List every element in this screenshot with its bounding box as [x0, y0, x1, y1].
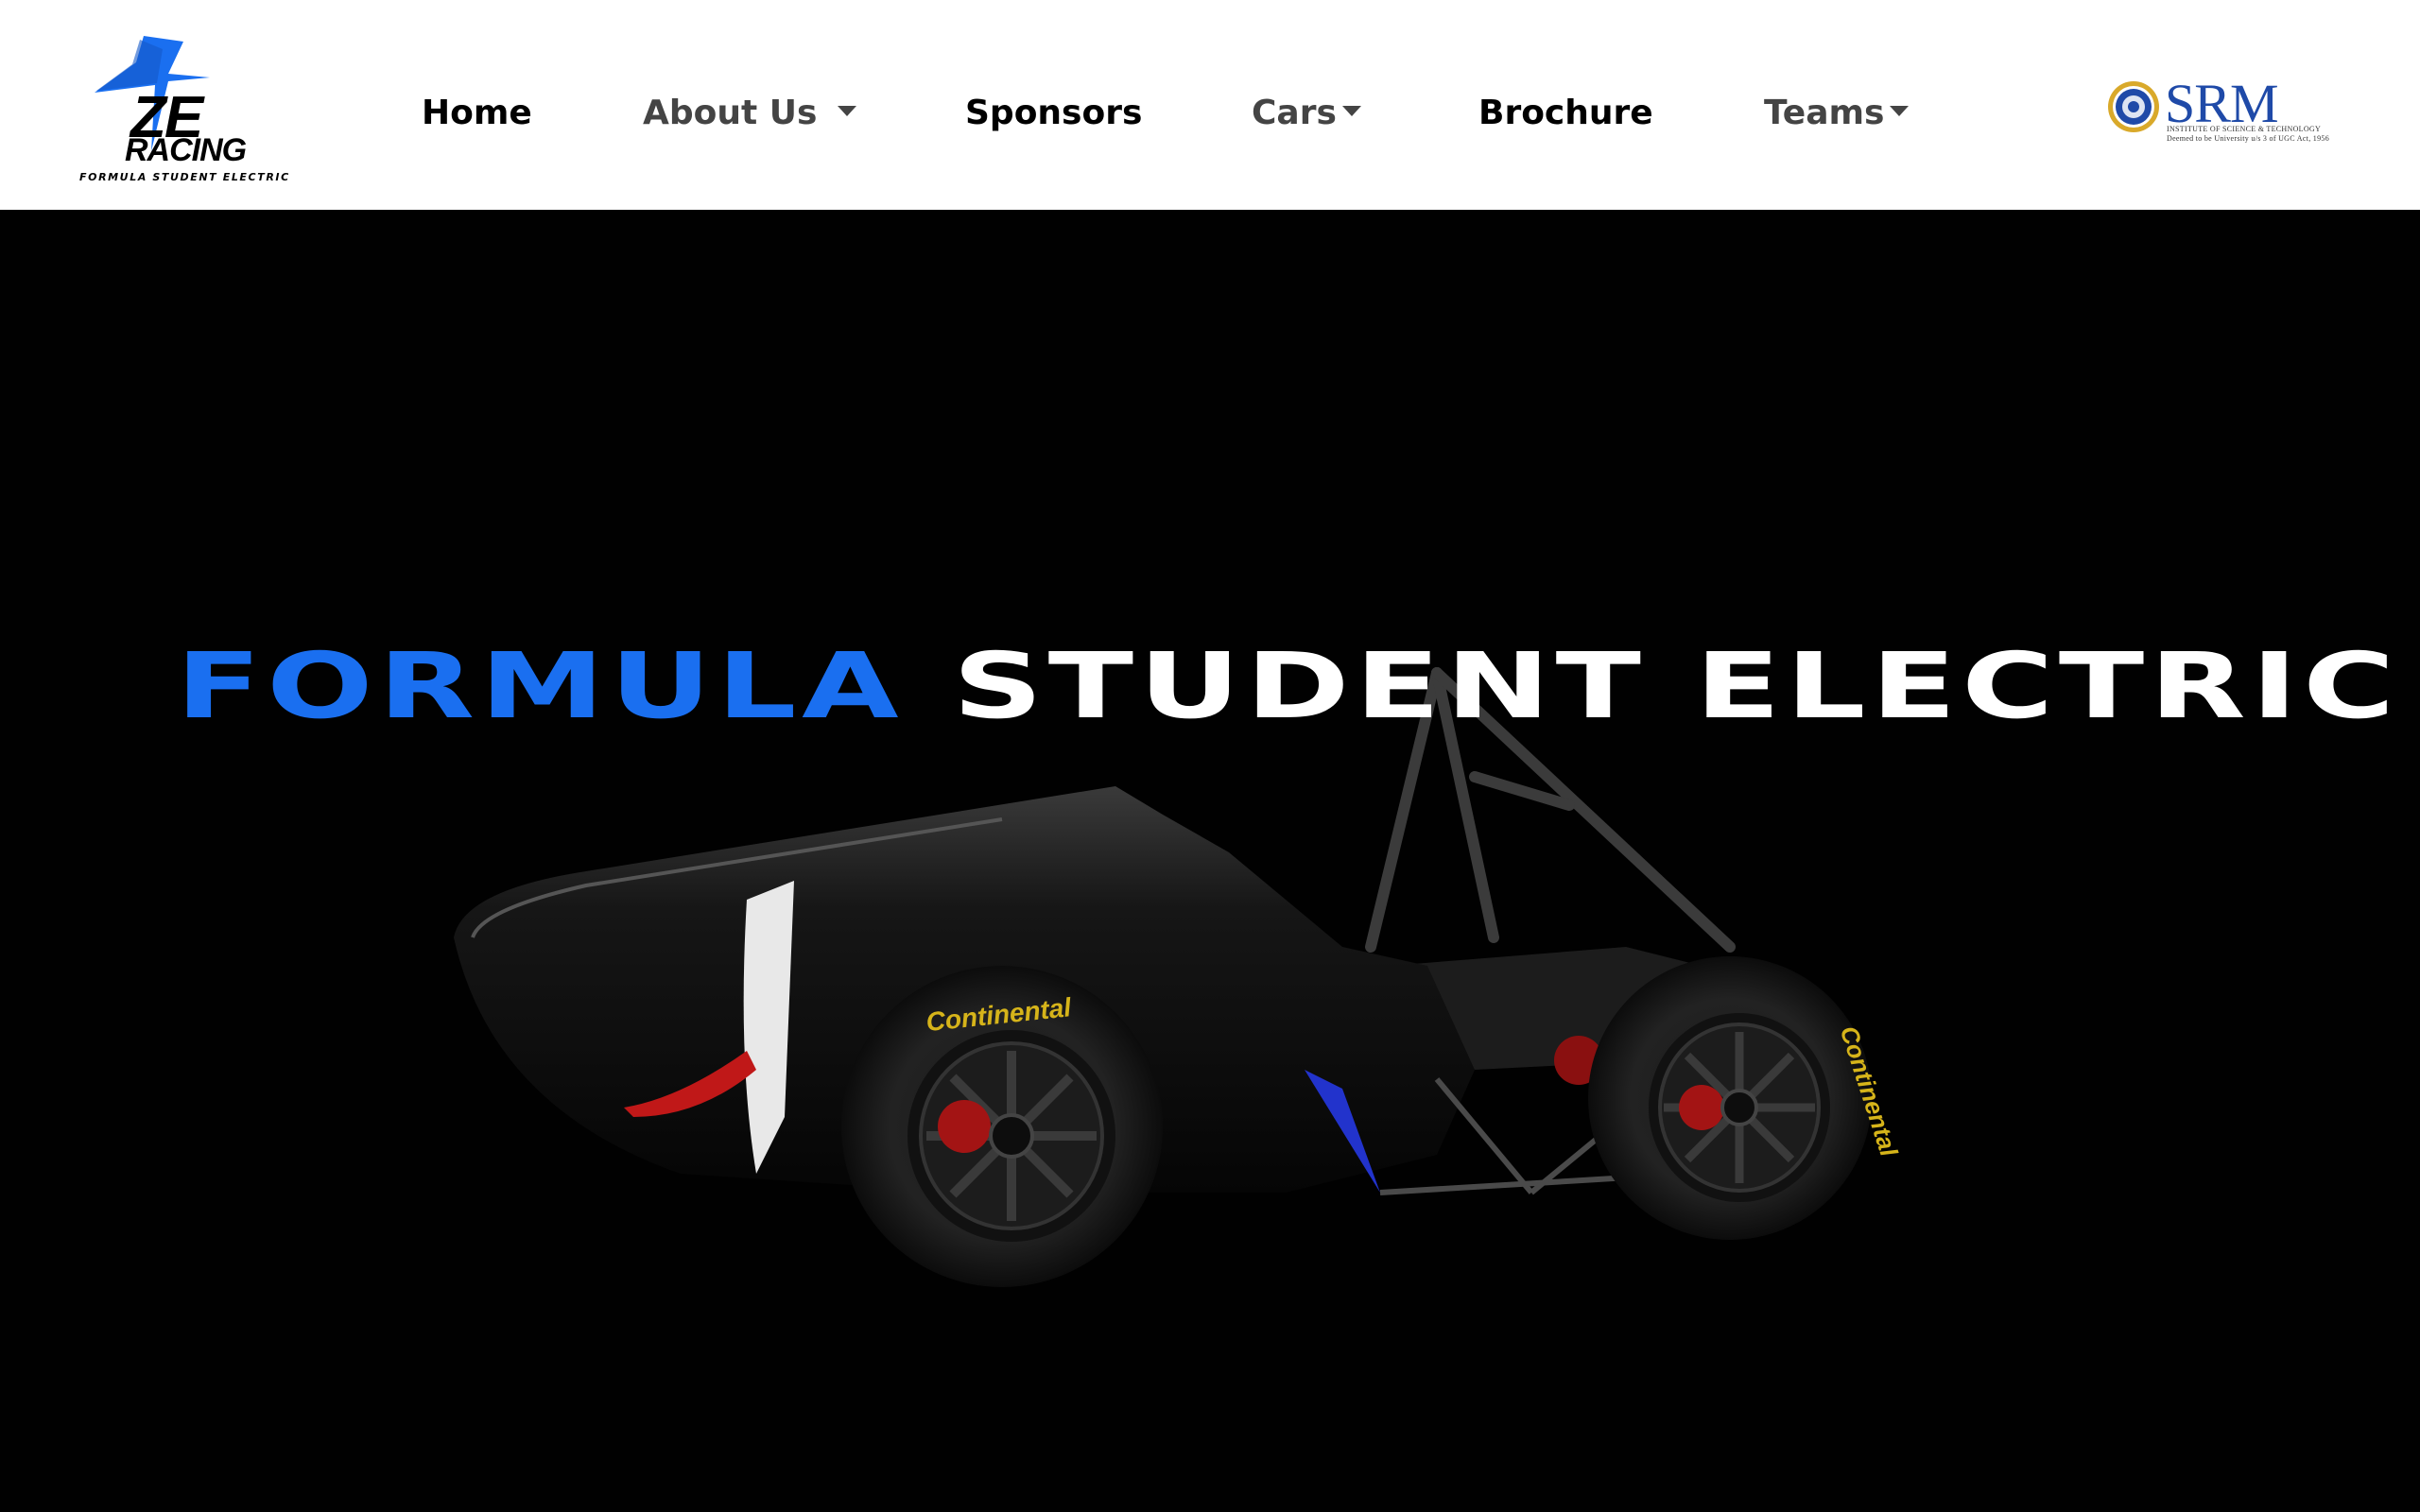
nav-brochure[interactable]: Brochure [1478, 89, 1653, 136]
chevron-down-icon [1341, 105, 1361, 116]
srm-subtitle: INSTITUTE OF SCIENCE & TECHNOLOGY [2167, 125, 2322, 133]
nav-teams-label: Teams [1764, 93, 1885, 132]
nav-about-us[interactable]: About Us [643, 89, 857, 136]
chevron-down-icon [838, 105, 857, 116]
nav-cars-label: Cars [1252, 93, 1337, 132]
main-nav: Home About Us Sponsors Cars Brochure Tea… [0, 0, 2420, 210]
nav-teams[interactable]: Teams [1764, 89, 1910, 136]
nav-sponsors[interactable]: Sponsors [965, 89, 1142, 136]
hero-title-main: STUDENT ELECTRIC [952, 633, 2400, 739]
front-wheel: Continental [841, 966, 1163, 1287]
formula-car-image: Continental Continental [454, 667, 1904, 1287]
nav-home-label: Home [422, 93, 532, 132]
chevron-down-icon [1890, 105, 1910, 116]
rear-wheel: Continental [1588, 956, 1904, 1240]
nav-home[interactable]: Home [422, 89, 532, 136]
hero-section: FORMULA STUDENT ELECTRIC Continental Con… [0, 210, 2420, 1512]
srm-seal-icon [2108, 81, 2159, 132]
nav-sponsors-label: Sponsors [965, 93, 1143, 132]
srm-logo[interactable]: SRM INSTITUTE OF SCIENCE & TECHNOLOGY De… [2106, 73, 2329, 144]
site-header: ZE RACING FORMULA STUDENT ELECTRIC Home … [0, 0, 2420, 210]
hero-title-accent: FORMULA [176, 633, 905, 739]
srm-subtitle-2: Deemed to be University u/s 3 of UGC Act… [2167, 134, 2329, 143]
nav-brochure-label: Brochure [1478, 93, 1653, 132]
nav-about-us-label: About Us [643, 93, 818, 132]
hero-title: FORMULA STUDENT ELECTRIC [176, 641, 2400, 731]
nav-cars[interactable]: Cars [1252, 89, 1361, 136]
